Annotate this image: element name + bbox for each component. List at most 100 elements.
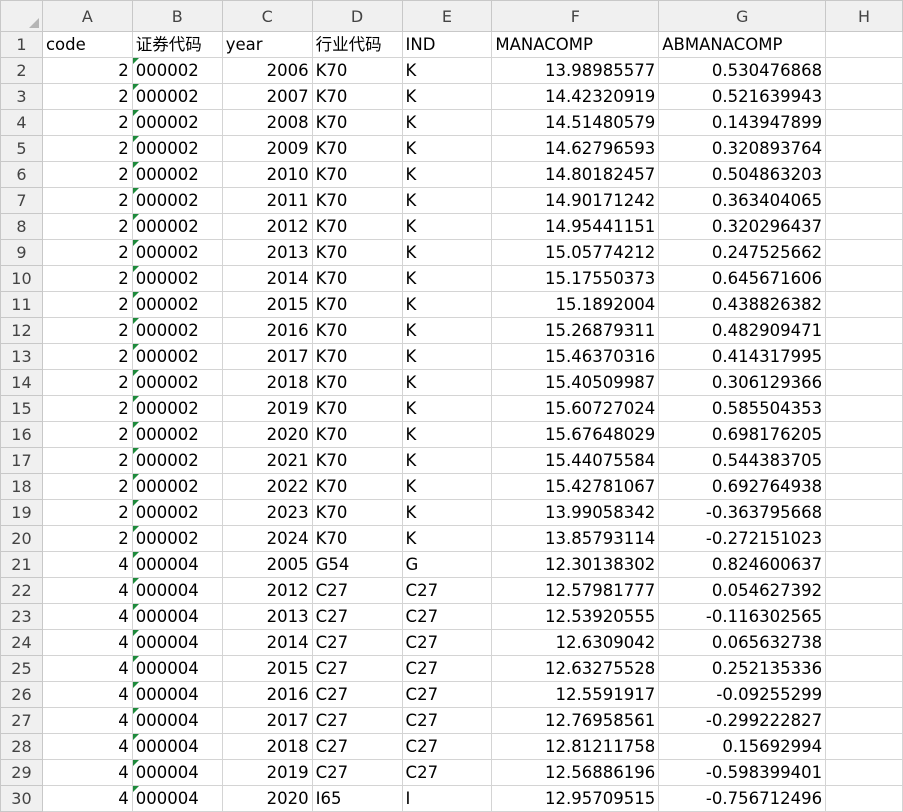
cell-manacomp[interactable]: 12.57981777 xyxy=(491,577,660,604)
cell-ind[interactable]: K xyxy=(401,161,493,188)
cell-ind[interactable]: C27 xyxy=(401,655,493,682)
row-header[interactable]: 2 xyxy=(0,57,43,84)
cell-code[interactable]: 4 xyxy=(41,785,133,812)
cell-year[interactable]: 2009 xyxy=(221,135,313,162)
cell-abmanacomp[interactable]: -0.598399401 xyxy=(658,759,827,786)
cell-code[interactable]: 4 xyxy=(41,681,133,708)
cell-security-code[interactable]: 000004 xyxy=(131,629,223,656)
cell-manacomp[interactable]: 15.1892004 xyxy=(491,291,660,318)
cell-industry-code[interactable]: K70 xyxy=(311,239,403,266)
cell-empty[interactable] xyxy=(825,447,903,474)
cell-industry-code[interactable]: K70 xyxy=(311,109,403,136)
cell-abmanacomp[interactable]: 0.306129366 xyxy=(658,369,827,396)
row-header[interactable]: 29 xyxy=(0,759,43,786)
cell-ind[interactable]: K xyxy=(401,135,493,162)
cell-ind[interactable]: C27 xyxy=(401,733,493,760)
cell-manacomp[interactable]: 14.62796593 xyxy=(491,135,660,162)
cell-abmanacomp[interactable]: 0.698176205 xyxy=(658,421,827,448)
cell-security-code[interactable]: 000002 xyxy=(131,447,223,474)
cell-header-manacomp[interactable]: MANACOMP xyxy=(491,31,660,58)
cell-empty[interactable] xyxy=(825,187,903,214)
cell-year[interactable]: 2008 xyxy=(221,109,313,136)
row-header[interactable]: 10 xyxy=(0,265,43,292)
cell-ind[interactable]: K xyxy=(401,213,493,240)
cell-empty[interactable] xyxy=(825,629,903,656)
cell-abmanacomp[interactable]: 0.692764938 xyxy=(658,473,827,500)
cell-empty[interactable] xyxy=(825,57,903,84)
cell-code[interactable]: 2 xyxy=(41,395,133,422)
row-header[interactable]: 5 xyxy=(0,135,43,162)
cell-header-code[interactable]: code xyxy=(41,31,133,58)
cell-year[interactable]: 2012 xyxy=(221,213,313,240)
cell-manacomp[interactable]: 12.5591917 xyxy=(491,681,660,708)
cell-security-code[interactable]: 000002 xyxy=(131,83,223,110)
cell-code[interactable]: 4 xyxy=(41,551,133,578)
cell-security-code[interactable]: 000002 xyxy=(131,499,223,526)
cell-empty[interactable] xyxy=(825,369,903,396)
row-header[interactable]: 13 xyxy=(0,343,43,370)
cell-year[interactable]: 2011 xyxy=(221,187,313,214)
cell-security-code[interactable]: 000004 xyxy=(131,655,223,682)
cell-header-abmanacomp[interactable]: ABMANACOMP xyxy=(658,31,827,58)
cell-year[interactable]: 2020 xyxy=(221,421,313,448)
cell-ind[interactable]: K xyxy=(401,291,493,318)
cell-ind[interactable]: I xyxy=(401,785,493,812)
cell-code[interactable]: 2 xyxy=(41,161,133,188)
row-header[interactable]: 18 xyxy=(0,473,43,500)
cell-abmanacomp[interactable]: -0.299222827 xyxy=(658,707,827,734)
cell-abmanacomp[interactable]: 0.482909471 xyxy=(658,317,827,344)
cell-industry-code[interactable]: K70 xyxy=(311,187,403,214)
row-header[interactable]: 14 xyxy=(0,369,43,396)
cell-industry-code[interactable]: K70 xyxy=(311,369,403,396)
row-header[interactable]: 7 xyxy=(0,187,43,214)
cell-industry-code[interactable]: C27 xyxy=(311,655,403,682)
cell-manacomp[interactable]: 13.98985577 xyxy=(491,57,660,84)
cell-empty[interactable] xyxy=(825,109,903,136)
cell-manacomp[interactable]: 15.26879311 xyxy=(491,317,660,344)
cell-abmanacomp[interactable]: 0.143947899 xyxy=(658,109,827,136)
row-header[interactable]: 23 xyxy=(0,603,43,630)
cell-ind[interactable]: K xyxy=(401,395,493,422)
cell-manacomp[interactable]: 12.53920555 xyxy=(491,603,660,630)
cell-empty[interactable] xyxy=(825,473,903,500)
cell-code[interactable]: 4 xyxy=(41,603,133,630)
cell-abmanacomp[interactable]: -0.09255299 xyxy=(658,681,827,708)
cell-abmanacomp[interactable]: 0.645671606 xyxy=(658,265,827,292)
cell-code[interactable]: 2 xyxy=(41,317,133,344)
cell-manacomp[interactable]: 15.05774212 xyxy=(491,239,660,266)
cell-manacomp[interactable]: 12.6309042 xyxy=(491,629,660,656)
cell-code[interactable]: 2 xyxy=(41,187,133,214)
cell-ind[interactable]: C27 xyxy=(401,577,493,604)
cell-ind[interactable]: K xyxy=(401,187,493,214)
cell-ind[interactable]: K xyxy=(401,421,493,448)
cell-empty[interactable] xyxy=(825,135,903,162)
cell-industry-code[interactable]: K70 xyxy=(311,265,403,292)
cell-manacomp[interactable]: 12.30138302 xyxy=(491,551,660,578)
cell-abmanacomp[interactable]: -0.116302565 xyxy=(658,603,827,630)
cell-abmanacomp[interactable]: -0.363795668 xyxy=(658,499,827,526)
cell-ind[interactable]: K xyxy=(401,317,493,344)
cell-manacomp[interactable]: 14.51480579 xyxy=(491,109,660,136)
cell-security-code[interactable]: 000002 xyxy=(131,343,223,370)
cell-security-code[interactable]: 000002 xyxy=(131,525,223,552)
column-header-c[interactable]: C xyxy=(221,0,313,32)
cell-header-security-code[interactable]: 证券代码 xyxy=(131,31,223,58)
cell-industry-code[interactable]: I65 xyxy=(311,785,403,812)
cell-ind[interactable]: K xyxy=(401,343,493,370)
cell-empty[interactable] xyxy=(825,785,903,812)
cell-ind[interactable]: C27 xyxy=(401,603,493,630)
cell-header-industry-code[interactable]: 行业代码 xyxy=(311,31,403,58)
cell-empty[interactable] xyxy=(825,239,903,266)
cell-abmanacomp[interactable]: 0.054627392 xyxy=(658,577,827,604)
cell-ind[interactable]: K xyxy=(401,265,493,292)
cell-industry-code[interactable]: K70 xyxy=(311,395,403,422)
cell-ind[interactable]: C27 xyxy=(401,759,493,786)
cell-industry-code[interactable]: K70 xyxy=(311,161,403,188)
cell-code[interactable]: 2 xyxy=(41,109,133,136)
cell-abmanacomp[interactable]: 0.363404065 xyxy=(658,187,827,214)
cell-security-code[interactable]: 000002 xyxy=(131,57,223,84)
cell-year[interactable]: 2017 xyxy=(221,343,313,370)
cell-code[interactable]: 2 xyxy=(41,57,133,84)
cell-manacomp[interactable]: 14.90171242 xyxy=(491,187,660,214)
row-header[interactable]: 25 xyxy=(0,655,43,682)
